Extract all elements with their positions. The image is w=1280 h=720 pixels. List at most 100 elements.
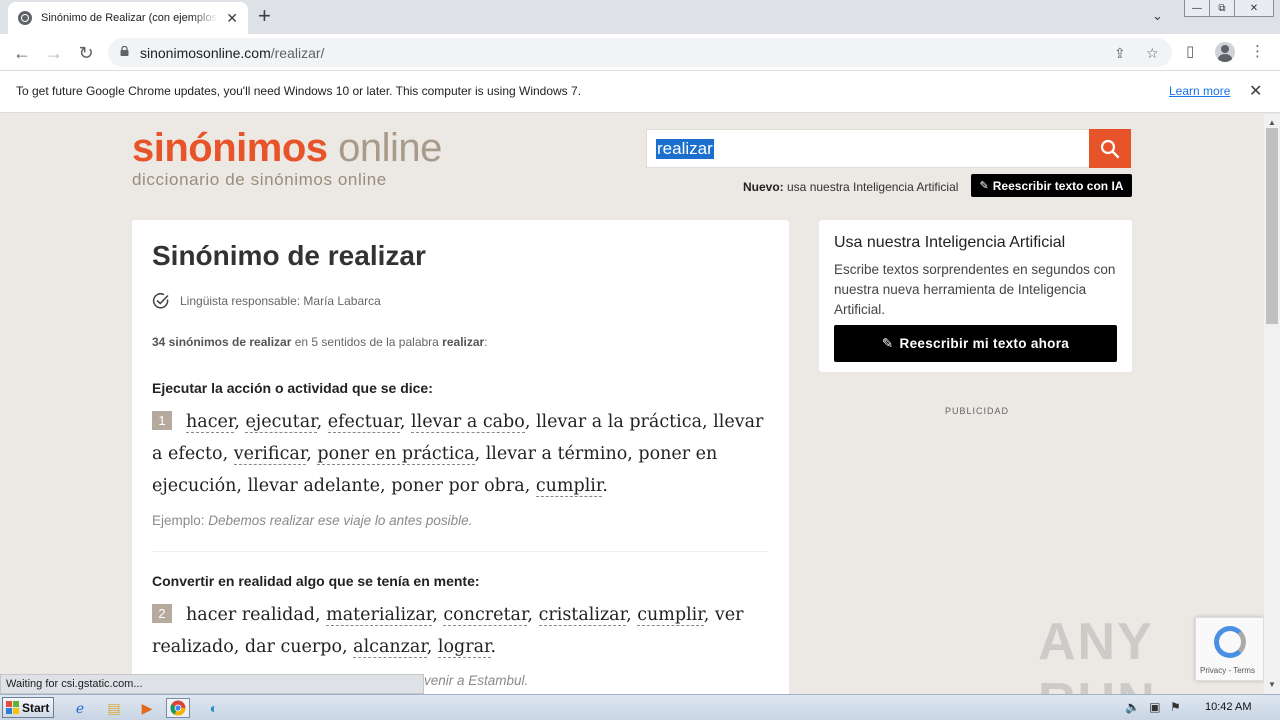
ai-promo-title: Usa nuestra Inteligencia Artificial — [834, 234, 1066, 251]
logo-word-sinonimos: sinónimos — [132, 126, 328, 170]
scroll-down-icon[interactable]: ▼ — [1268, 680, 1276, 689]
synonym-link[interactable]: efectuar — [327, 412, 400, 433]
recaptcha-terms[interactable]: Privacy - Terms — [1200, 666, 1255, 675]
globe-icon — [18, 11, 32, 25]
synonym-text: poner por obra — [391, 476, 525, 496]
edge-icon[interactable]: ◐ — [202, 698, 226, 718]
sense-2-synonyms: 2 hacer realidad, materializar, concretar… — [152, 604, 744, 658]
example-label: Ejemplo: — [152, 513, 209, 528]
url-host: sinonimosonline.com — [140, 45, 271, 61]
learn-more-link[interactable]: Learn more — [1169, 84, 1230, 98]
synonym-link[interactable]: alcanzar — [353, 637, 427, 658]
magic-pen-icon: ✎ — [881, 335, 894, 351]
recaptcha-logo-icon — [1214, 626, 1246, 658]
share-icon[interactable]: ⇪ — [1114, 45, 1126, 62]
synonym-link[interactable]: poner en práctica — [317, 444, 475, 465]
site-logo[interactable]: sinónimos online diccionario de sinónimo… — [132, 126, 442, 190]
linguist-line: Lingüista responsable: María Labarca — [152, 292, 381, 310]
url-path: /realizar/ — [270, 45, 325, 61]
windows-taskbar: Start ℯ ▤ ▶ ◐ 🔈 ▣ ⚑ 10:42 AM — [0, 694, 1280, 720]
recaptcha-badge[interactable]: Privacy - Terms — [1195, 617, 1264, 681]
synonym-count: 34 sinónimos de realizar en 5 sentidos d… — [152, 335, 488, 349]
url-text: sinonimosonline.com/realizar/ — [140, 45, 324, 61]
sense-2-example-partial: venir a Estambul. — [424, 673, 528, 688]
window-close-button[interactable]: ✕ — [1234, 0, 1274, 17]
chrome-taskbar-icon[interactable] — [166, 698, 190, 718]
synonyms-card: Sinónimo de realizar Lingüista responsab… — [132, 220, 789, 694]
close-infobar-icon[interactable]: ✕ — [1249, 81, 1262, 101]
infobar-message: To get future Google Chrome updates, you… — [16, 84, 582, 98]
synonym-link[interactable]: verificar — [233, 444, 307, 465]
start-button[interactable]: Start — [2, 697, 54, 718]
synonym-link[interactable]: lograr — [437, 637, 491, 658]
rewrite-now-button[interactable]: ✎ Reescribir mi texto ahora — [834, 325, 1117, 362]
restore-button[interactable]: ⧉ — [1209, 0, 1235, 17]
logo-tagline: diccionario de sinónimos online — [132, 170, 387, 189]
scroll-up-icon[interactable]: ▲ — [1268, 118, 1276, 127]
synonym-link[interactable]: ejecutar — [245, 412, 317, 433]
action-center-flag-icon[interactable]: ⚑ — [1170, 700, 1181, 714]
linguist-text: Lingüista responsable: María Labarca — [180, 294, 381, 308]
close-tab-icon[interactable]: ✕ — [226, 10, 238, 27]
system-tray: 🔈 ▣ ⚑ — [1125, 700, 1181, 714]
minimize-button[interactable]: — — [1184, 0, 1210, 17]
browser-tab[interactable]: Sinónimo de Realizar (con ejemplos y ✕ — [8, 2, 248, 34]
lock-icon — [120, 46, 129, 56]
windows-logo-icon — [6, 701, 19, 714]
address-bar[interactable]: sinonimosonline.com/realizar/ ⇪ ☆ — [108, 38, 1172, 67]
rewrite-ai-label: Reescribir texto con IA — [992, 178, 1124, 193]
forward-arrow-icon[interactable]: → — [42, 41, 66, 65]
synonym-link[interactable]: concretar — [443, 605, 528, 626]
count-end: : — [484, 335, 488, 349]
page-scrollbar[interactable]: ▲ ▼ — [1264, 114, 1280, 694]
taskbar-clock[interactable]: 10:42 AM — [1205, 701, 1251, 713]
synonym-link[interactable]: materializar — [326, 605, 433, 626]
synonym-text: llevar adelante — [247, 476, 381, 496]
menu-kebab-icon[interactable]: ⋮ — [1250, 42, 1265, 60]
count-word: realizar — [442, 335, 485, 349]
tab-search-chevron-icon[interactable]: ⌄ — [1152, 8, 1163, 24]
example-text: Debemos realizar ese viaje lo antes posi… — [208, 513, 473, 528]
search-input[interactable]: realizar — [646, 129, 1090, 168]
rewrite-now-label: Reescribir mi texto ahora — [899, 336, 1070, 351]
side-panel-icon[interactable]: ▯ — [1186, 42, 1194, 60]
synonym-link[interactable]: cumplir — [637, 605, 704, 626]
bookmark-star-icon[interactable]: ☆ — [1146, 45, 1159, 62]
volume-icon[interactable]: 🔈 — [1125, 700, 1140, 714]
count-bold: 34 sinónimos de realizar — [152, 335, 292, 349]
back-arrow-icon[interactable]: ← — [10, 41, 34, 65]
synonym-link[interactable]: hacer — [186, 412, 235, 433]
scrollbar-thumb[interactable] — [1266, 128, 1278, 324]
synonym-link[interactable]: cristalizar — [538, 605, 627, 626]
window-controls: — ⧉ ✕ — [1184, 0, 1274, 17]
logo-word-online: online — [327, 126, 442, 170]
chrome-logo-icon — [170, 700, 186, 716]
synonym-text: hacer realidad — [186, 605, 315, 625]
file-explorer-icon[interactable]: ▤ — [102, 698, 126, 718]
example-2-text: venir a Estambul. — [424, 673, 529, 688]
synonym-link[interactable]: llevar a cabo — [411, 412, 525, 433]
media-player-icon[interactable]: ▶ — [135, 698, 159, 718]
sense-number-badge: 1 — [152, 411, 172, 430]
sense-1-title: Ejecutar la acción o actividad que se di… — [152, 380, 433, 396]
search-button[interactable] — [1089, 129, 1131, 168]
internet-explorer-icon[interactable]: ℯ — [68, 698, 92, 718]
reload-icon[interactable]: ↻ — [74, 41, 98, 65]
verified-check-icon — [152, 293, 169, 309]
profile-avatar-icon[interactable] — [1215, 42, 1235, 62]
sense-2-title: Convertir en realidad algo que se tenía … — [152, 573, 480, 589]
status-bubble: Waiting for csi.gstatic.com... — [0, 674, 424, 694]
rewrite-ai-button[interactable]: ✎ Reescribir texto con IA — [971, 174, 1132, 197]
magic-pen-icon: ✎ — [979, 180, 989, 192]
tab-strip: Sinónimo de Realizar (con ejemplos y ✕ +… — [0, 0, 1280, 34]
nuevo-notice: Nuevo: usa nuestra Inteligencia Artifici… — [743, 180, 958, 194]
nuevo-label: Nuevo: — [743, 180, 784, 194]
ai-promo-card: Usa nuestra Inteligencia Artificial Escr… — [819, 220, 1132, 372]
new-tab-button[interactable]: + — [258, 5, 271, 27]
search-icon — [1100, 139, 1120, 158]
sense-number-badge: 2 — [152, 604, 172, 623]
browser-toolbar: ← → ↻ sinonimosonline.com/realizar/ ⇪ ☆ … — [0, 34, 1280, 71]
network-icon[interactable]: ▣ — [1149, 700, 1160, 714]
synonym-link[interactable]: cumplir — [535, 476, 603, 497]
tab-title: Sinónimo de Realizar (con ejemplos y — [41, 12, 219, 24]
